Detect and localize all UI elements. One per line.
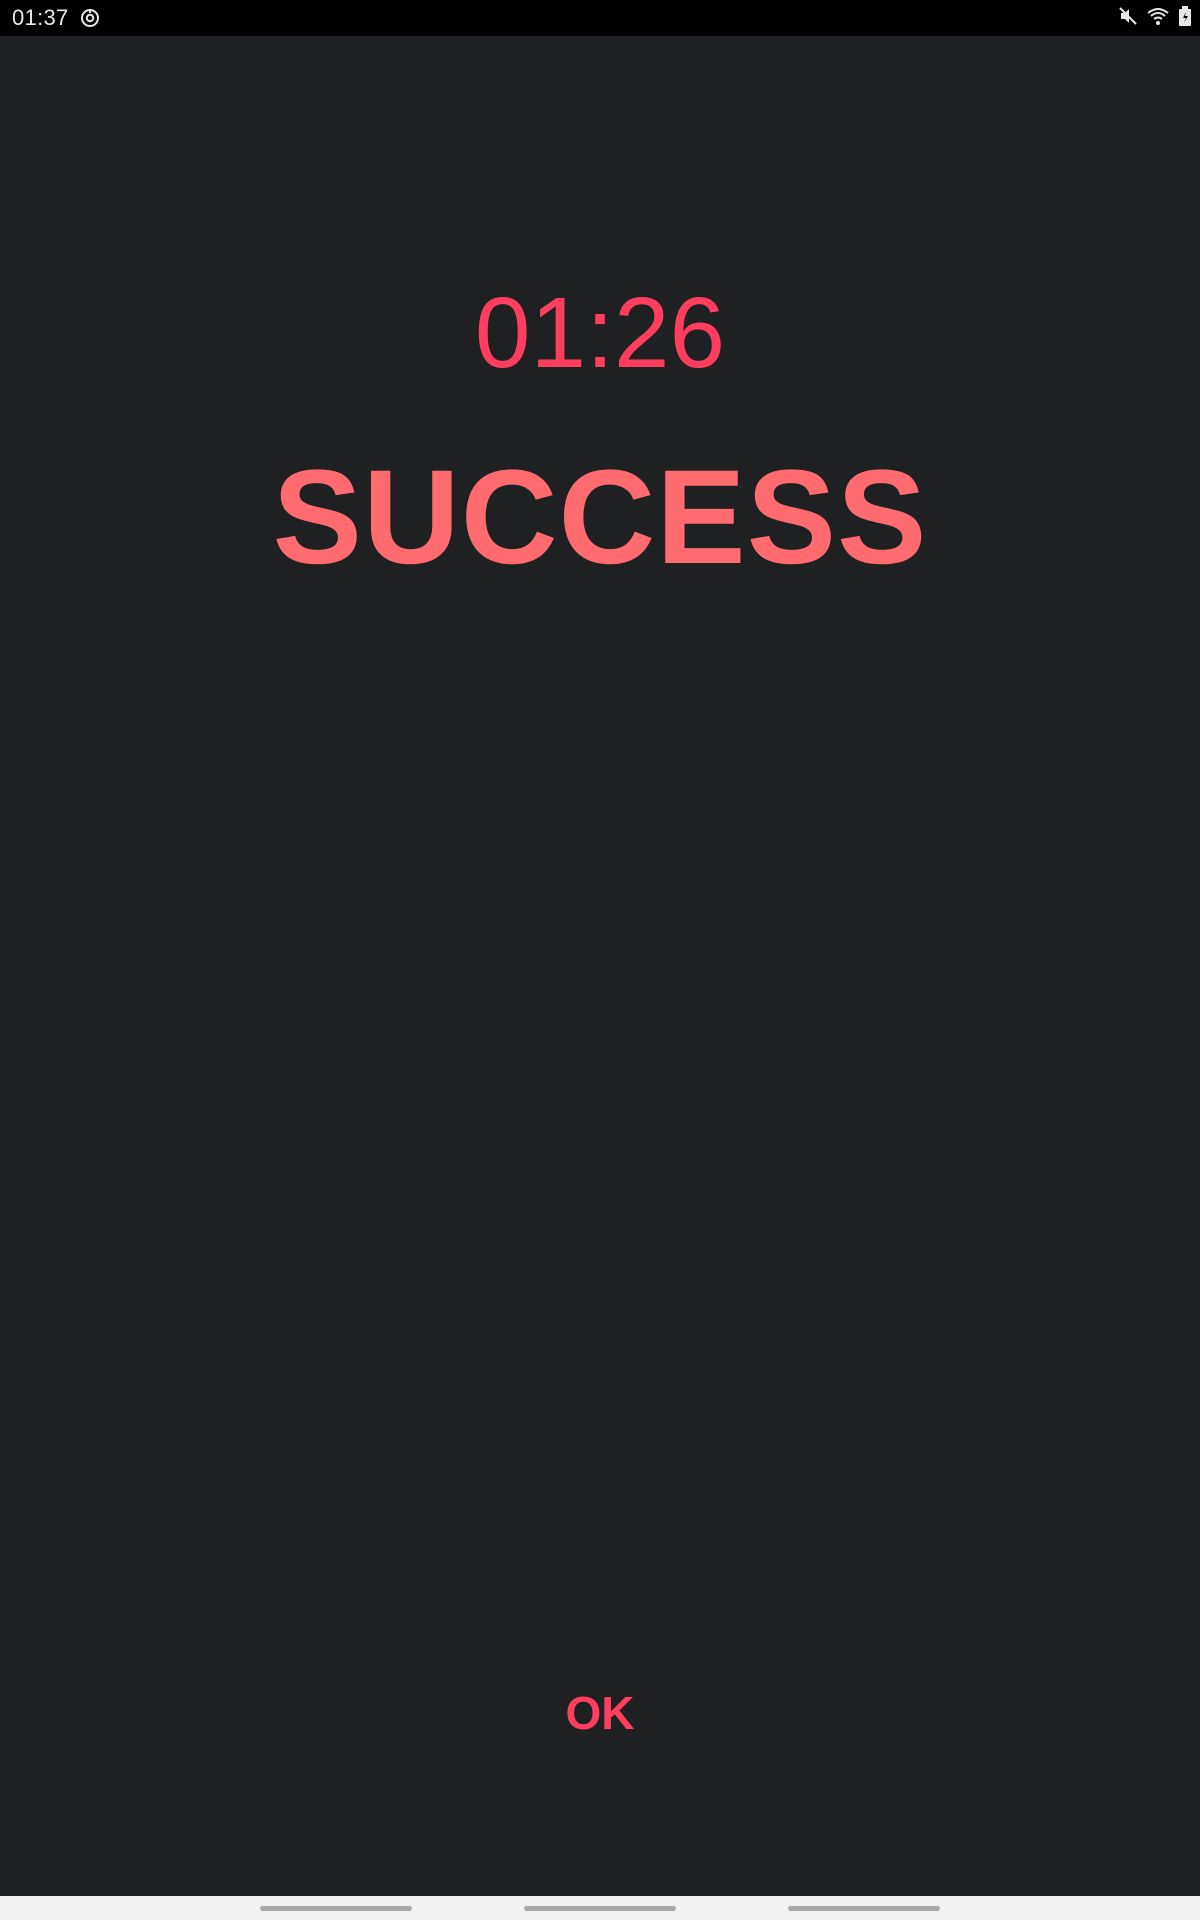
- elapsed-timer: 01:26: [474, 277, 726, 389]
- status-bar: 01:37: [0, 0, 1200, 36]
- mute-icon: [1118, 6, 1138, 31]
- sync-app-icon: [79, 7, 101, 29]
- nav-handle-center[interactable]: [524, 1906, 676, 1911]
- nav-handle-right[interactable]: [788, 1906, 940, 1911]
- wifi-icon: [1146, 6, 1170, 31]
- nav-handle-left[interactable]: [260, 1906, 412, 1911]
- result-title: SUCCESS: [272, 443, 928, 592]
- battery-icon: [1178, 5, 1192, 32]
- ok-button[interactable]: OK: [520, 1670, 680, 1756]
- navigation-bar: [0, 1896, 1200, 1920]
- status-icons: [1118, 5, 1192, 32]
- status-time: 01:37: [12, 5, 69, 30]
- success-screen: 01:37 01:26 SUCCESS OK: [0, 0, 1200, 1920]
